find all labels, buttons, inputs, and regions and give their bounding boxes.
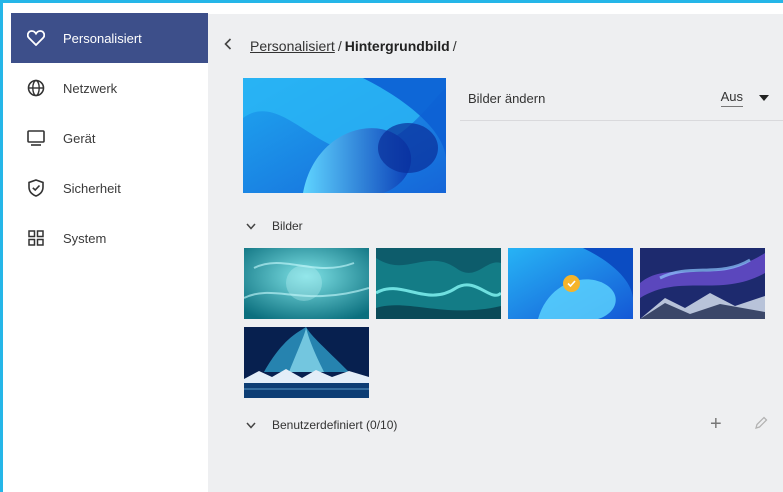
setting-dropdown-value[interactable]: Aus [720,89,743,107]
thumbnail-teal-ice[interactable] [244,248,369,319]
globe-icon [25,77,47,99]
wallpaper-preview [243,78,446,193]
shield-check-icon [25,177,47,199]
thumbnail-aurora-lake[interactable] [244,327,369,398]
sidebar: Personalisiert Netzwerk Gerät Sicherheit… [3,3,208,492]
sidebar-item-label: Gerät [63,130,96,146]
section-images-header[interactable]: Bilder [246,219,303,233]
section-custom-label: Benutzerdefiniert (0/10) [272,418,398,432]
sidebar-item-netzwerk[interactable]: Netzwerk [11,63,208,113]
sidebar-item-label: System [63,230,107,246]
sidebar-item-label: Personalisiert [63,30,142,46]
chevron-down-icon [246,223,260,230]
section-images-label: Bilder [272,219,303,233]
change-images-setting[interactable]: Bilder ändern Aus [460,76,783,121]
pencil-icon[interactable] [754,416,768,435]
grid-icon [25,227,47,249]
setting-label: Bilder ändern [468,90,546,106]
thumbnail-aurora-mountains[interactable] [640,248,765,319]
sidebar-item-personalisiert[interactable]: Personalisiert [11,13,208,63]
monitor-icon [25,127,47,149]
chevron-down-icon [246,422,260,429]
sidebar-item-label: Sicherheit [63,180,121,196]
section-custom-header[interactable]: Benutzerdefiniert (0/10) [246,418,397,432]
breadcrumb: Personalisiert / Hintergrundbild / [224,38,460,54]
thumbnail-blue-wave[interactable] [508,248,633,319]
plus-icon[interactable]: + [710,414,722,434]
sidebar-item-geraet[interactable]: Gerät [11,113,208,163]
breadcrumb-separator: / [337,38,342,54]
sidebar-item-sicherheit[interactable]: Sicherheit [11,163,208,213]
breadcrumb-separator-trailing: / [452,38,457,54]
chevron-left-icon[interactable] [224,38,238,54]
thumbnail-teal-marble[interactable] [376,248,501,319]
breadcrumb-current: Hintergrundbild [344,38,450,54]
sidebar-item-label: Netzwerk [63,80,118,96]
selected-check-icon [563,275,580,292]
heart-icon [25,27,47,49]
sidebar-item-system[interactable]: System [11,213,208,263]
triangle-down-icon[interactable] [759,95,769,101]
breadcrumb-parent[interactable]: Personalisiert [250,38,335,54]
main-panel: Personalisiert / Hintergrundbild / Bilde… [208,14,783,492]
